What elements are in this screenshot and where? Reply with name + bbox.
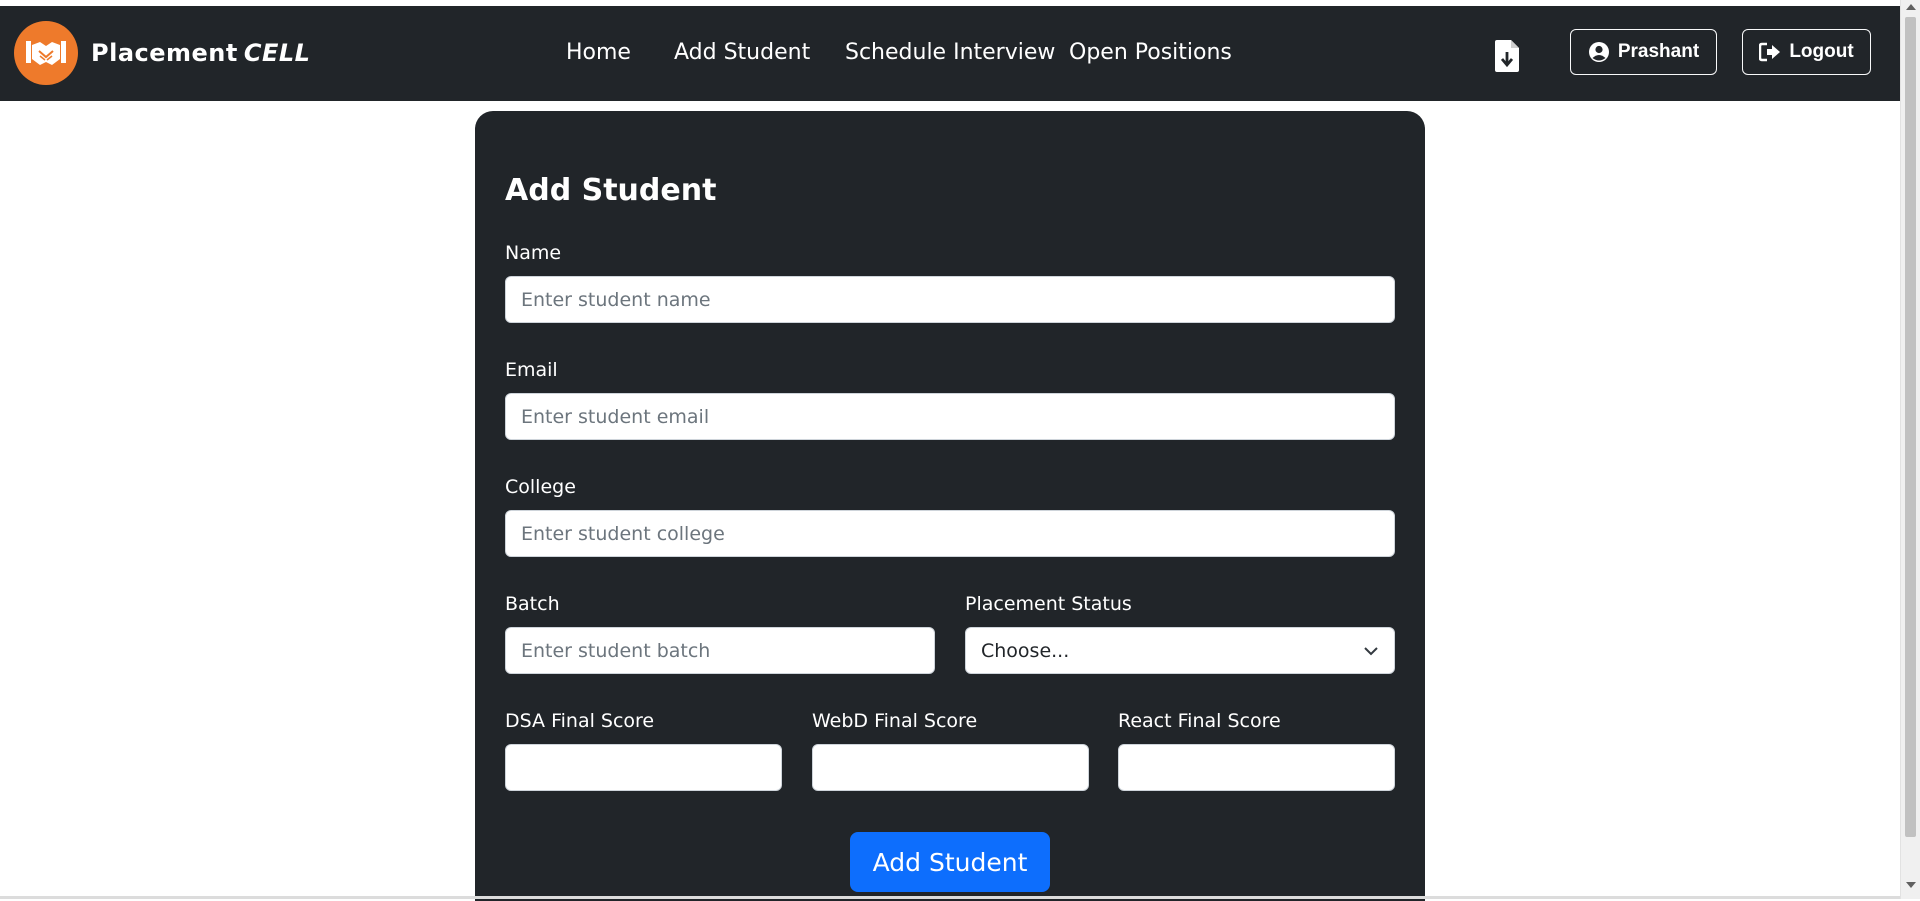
batch-input[interactable] bbox=[505, 627, 935, 674]
add-student-form: Add Student Name Email College Batch Pla… bbox=[475, 111, 1425, 901]
email-label: Email bbox=[505, 359, 558, 381]
logout-button[interactable]: Logout bbox=[1742, 29, 1871, 75]
logout-label: Logout bbox=[1789, 41, 1854, 62]
form-title: Add Student bbox=[505, 173, 717, 208]
add-student-button[interactable]: Add Student bbox=[850, 832, 1050, 892]
dsa-score-input[interactable] bbox=[505, 744, 782, 791]
email-input[interactable] bbox=[505, 393, 1395, 440]
nav-link-home[interactable]: Home bbox=[566, 40, 631, 65]
scrollbar-thumb[interactable] bbox=[1905, 17, 1916, 837]
navbar: Placement CELL Home Add Student Schedule … bbox=[0, 6, 1900, 101]
scroll-down-arrow-icon[interactable] bbox=[1906, 882, 1916, 888]
profile-button[interactable]: Prashant bbox=[1570, 29, 1717, 75]
placement-status-value: Choose... bbox=[981, 639, 1070, 662]
batch-label: Batch bbox=[505, 593, 560, 615]
nav-link-add-student[interactable]: Add Student bbox=[674, 40, 810, 65]
file-download-icon bbox=[1495, 40, 1519, 72]
react-score-label: React Final Score bbox=[1118, 710, 1281, 732]
placement-status-label: Placement Status bbox=[965, 593, 1132, 615]
logout-icon bbox=[1759, 42, 1781, 62]
name-label: Name bbox=[505, 242, 562, 264]
user-circle-icon bbox=[1588, 42, 1609, 62]
vertical-scrollbar[interactable] bbox=[1900, 0, 1920, 899]
placement-status-select[interactable]: Choose... bbox=[965, 627, 1395, 674]
webd-score-input[interactable] bbox=[812, 744, 1089, 791]
college-label: College bbox=[505, 476, 576, 498]
scroll-up-arrow-icon[interactable] bbox=[1906, 4, 1916, 10]
college-input[interactable] bbox=[505, 510, 1395, 557]
download-button[interactable] bbox=[1490, 36, 1524, 76]
chevron-down-icon bbox=[1364, 646, 1378, 655]
webd-score-label: WebD Final Score bbox=[812, 710, 978, 732]
name-input[interactable] bbox=[505, 276, 1395, 323]
profile-name: Prashant bbox=[1617, 41, 1700, 62]
dsa-score-label: DSA Final Score bbox=[505, 710, 655, 732]
nav-link-open-positions[interactable]: Open Positions bbox=[1069, 40, 1232, 65]
react-score-input[interactable] bbox=[1118, 744, 1395, 791]
nav-link-schedule-interview[interactable]: Schedule Interview bbox=[845, 40, 1055, 65]
